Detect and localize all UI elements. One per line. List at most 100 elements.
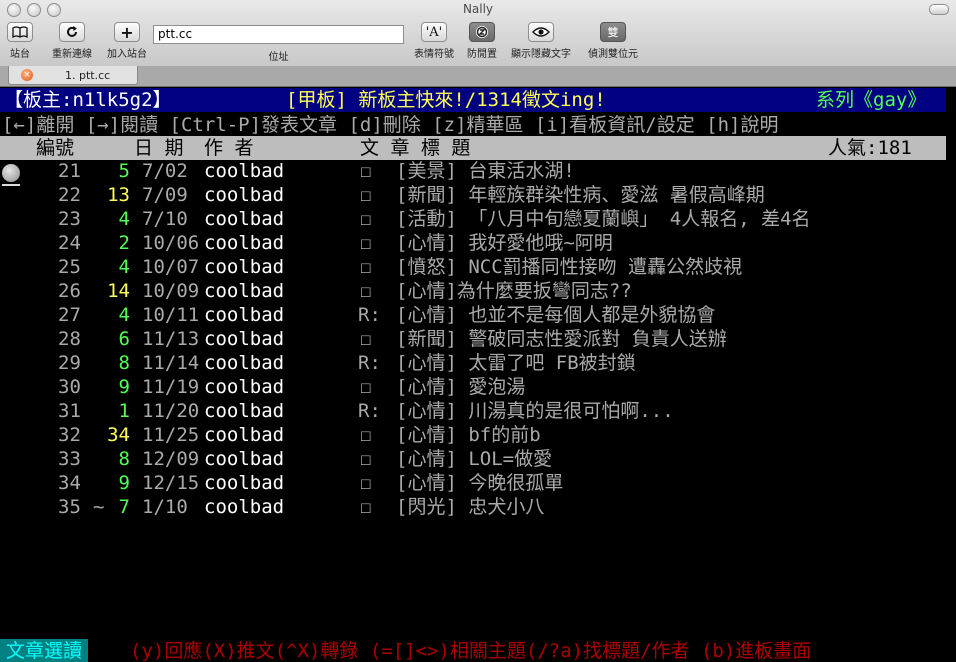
eye-icon — [528, 22, 554, 42]
article-row[interactable]: 21 5 7/02 coolbad ☐ [美景] 台東活水湖! — [0, 159, 946, 183]
article-push-count: 5 — [118, 160, 130, 182]
article-title: [心情] 愛泡湯 — [396, 376, 526, 398]
article-author: coolbad — [204, 472, 285, 494]
article-author: coolbad — [204, 208, 285, 230]
article-number: 29 — [58, 352, 81, 374]
nally-window: Nally 站台 重新連線 + 加入站台 ptt.cc 位址 'A' 表情符號 — [0, 0, 956, 662]
article-date: 10/06 — [142, 232, 200, 254]
emoticons-label: 表情符號 — [414, 49, 454, 60]
article-row[interactable]: 35 ~7 1/10 coolbad ☐ [閃光] 忠犬小八 — [0, 495, 946, 519]
reload-icon — [59, 22, 85, 42]
emoticons-button[interactable]: 'A' 表情符號 — [414, 22, 454, 60]
board-title: [甲板] 新板主快來!/1314徵文ing! — [286, 89, 606, 111]
article-date: 12/15 — [142, 472, 200, 494]
article-date: 11/25 — [142, 424, 200, 446]
article-mark: ~ — [93, 496, 105, 518]
article-author: coolbad — [204, 184, 285, 206]
article-status-box: ☐ — [360, 184, 372, 206]
anti-idle-icon — [469, 22, 495, 42]
board-series: 系列《gay》 — [816, 89, 927, 111]
article-status-box: ☐ — [360, 208, 372, 230]
article-title: [活動] 「八月中旬戀夏蘭嶼」 4人報名, 差4名 — [396, 208, 811, 230]
article-title: [心情] 今晚很孤單 — [396, 472, 564, 494]
article-author: coolbad — [204, 304, 285, 326]
article-date: 11/20 — [142, 400, 200, 422]
article-row[interactable]: 25 4 10/07 coolbad ☐ [憤怒] NCC罰播同性接吻 遭轟公然歧視 — [0, 255, 946, 279]
article-title: [心情] LOL=做愛 — [396, 448, 553, 470]
article-push-count: 2 — [118, 232, 130, 254]
article-push-count: 4 — [118, 304, 130, 326]
close-tab-icon[interactable]: × — [21, 69, 33, 81]
article-push-count: 1 — [118, 400, 130, 422]
article-status-box: ☐ — [360, 256, 372, 278]
article-number: 32 — [58, 424, 81, 446]
article-author: coolbad — [204, 424, 285, 446]
add-site-button[interactable]: + 加入站台 — [107, 22, 147, 60]
article-row[interactable]: 27 4 10/11 coolbad R: [心情] 也並不是每個人都是外貌協會 — [0, 303, 946, 327]
emoticon-icon: 'A' — [421, 22, 447, 42]
article-author: coolbad — [204, 496, 285, 518]
command-menu-text: [←]離開 [→]閱讀 [Ctrl-P]發表文章 [d]刪除 [z]精華區 [i… — [2, 114, 779, 136]
article-number: 33 — [58, 448, 81, 470]
article-date: 10/11 — [142, 304, 200, 326]
anti-idle-label: 防閒置 — [467, 49, 497, 60]
article-row[interactable]: 24 2 10/06 coolbad ☐ [心情] 我好愛他哦~阿明 — [0, 231, 946, 255]
article-row[interactable]: 30 9 11/19 coolbad ☐ [心情] 愛泡湯 — [0, 375, 946, 399]
anti-idle-button[interactable]: 防閒置 — [467, 22, 497, 60]
article-status-box: ☐ — [360, 232, 372, 254]
article-date: 11/19 — [142, 376, 200, 398]
article-title: [美景] 台東活水湖! — [396, 160, 575, 182]
show-hidden-text-button[interactable]: 顯示隱藏文字 — [511, 22, 571, 60]
article-date: 12/09 — [142, 448, 200, 470]
article-status-box: ☐ — [360, 496, 372, 518]
detect-dbcs-button[interactable]: 雙 偵測雙位元 — [588, 22, 638, 60]
article-number: 31 — [58, 400, 81, 422]
article-row[interactable]: 23 4 7/10 coolbad ☐ [活動] 「八月中旬戀夏蘭嶼」 4人報名, 差4… — [0, 207, 946, 231]
article-row[interactable]: 33 8 12/09 coolbad ☐ [心情] LOL=做愛 — [0, 447, 946, 471]
article-number: 26 — [58, 280, 81, 302]
article-push-count: 6 — [118, 328, 130, 350]
article-number: 23 — [58, 208, 81, 230]
article-push-count: 8 — [118, 352, 130, 374]
terminal-screen[interactable]: 【板主:n1lk5g2】 [甲板] 新板主快來!/1314徵文ing! 系列《g… — [0, 87, 956, 662]
article-author: coolbad — [204, 328, 285, 350]
article-author: coolbad — [204, 376, 285, 398]
article-title: [心情] 川湯真的是很可怕啊... — [396, 400, 674, 422]
col-date: 日 期 — [134, 137, 184, 159]
article-number: 30 — [58, 376, 81, 398]
article-title: [心情]為什麼要扳彎同志?? — [396, 280, 632, 302]
article-push-count: 14 — [107, 280, 130, 302]
add-site-label: 加入站台 — [107, 49, 147, 60]
article-row[interactable]: 29 8 11/14 coolbad R: [心情] 太雷了吧 FB被封鎖 — [0, 351, 946, 375]
sites-button[interactable]: 站台 — [7, 22, 33, 60]
article-row[interactable]: 31 1 11/20 coolbad R: [心情] 川湯真的是很可怕啊... — [0, 399, 946, 423]
article-row[interactable]: 34 9 12/15 coolbad ☐ [心情] 今晚很孤單 — [0, 471, 946, 495]
article-row[interactable]: 26 14 10/09 coolbad ☐ [心情]為什麼要扳彎同志?? — [0, 279, 946, 303]
article-row[interactable]: 32 34 11/25 coolbad ☐ [心情] bf的前b — [0, 423, 946, 447]
board-header: 【板主:n1lk5g2】 [甲板] 新板主快來!/1314徵文ing! 系列《g… — [0, 88, 946, 112]
article-date: 1/10 — [142, 496, 188, 518]
cursor-icon — [2, 164, 20, 182]
article-author: coolbad — [204, 448, 285, 470]
reconnect-label: 重新連線 — [52, 49, 92, 60]
book-icon — [7, 22, 33, 42]
article-row[interactable]: 28 6 11/13 coolbad ☐ [新聞] 警破同志性愛派對 負責人送辦 — [0, 327, 946, 351]
address-input[interactable]: ptt.cc — [153, 25, 404, 44]
article-status-box: ☐ — [360, 280, 372, 302]
article-date: 10/09 — [142, 280, 200, 302]
detect-dbcs-label: 偵測雙位元 — [588, 49, 638, 60]
article-title: [憤怒] NCC罰播同性接吻 遭轟公然歧視 — [396, 256, 743, 278]
article-author: coolbad — [204, 256, 285, 278]
column-header: 編號 日 期 作 者 文 章 標 題 人氣:181 — [0, 136, 946, 160]
reconnect-button[interactable]: 重新連線 — [52, 22, 92, 60]
tab-bar: × 1. ptt.cc — [0, 66, 956, 87]
tab-ptt[interactable]: × 1. ptt.cc — [8, 66, 138, 85]
article-title: [閃光] 忠犬小八 — [396, 496, 545, 518]
article-push-count: 13 — [107, 184, 130, 206]
article-row[interactable]: 22 13 7/09 coolbad ☐ [新聞] 年輕族群染性病、愛滋 暑假高峰期 — [0, 183, 946, 207]
article-reply-mark: R: — [358, 304, 381, 326]
toolbar-toggle-button[interactable] — [929, 4, 949, 15]
article-push-count: 8 — [118, 448, 130, 470]
article-date: 11/14 — [142, 352, 200, 374]
article-status-box: ☐ — [360, 160, 372, 182]
